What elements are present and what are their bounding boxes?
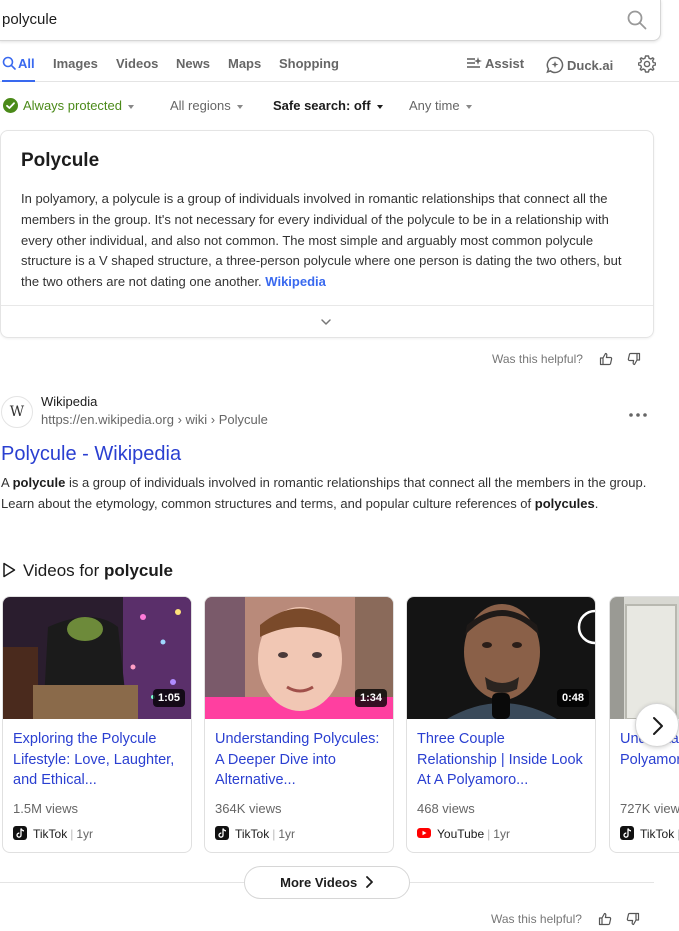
- divider: [1, 305, 653, 306]
- region-label: All regions: [170, 98, 231, 113]
- carousel-next-button[interactable]: [635, 703, 679, 747]
- result-title-link[interactable]: Polycule - Wikipedia: [1, 443, 181, 466]
- videos-section-header[interactable]: Videos for polycule: [2, 561, 173, 581]
- caret-down-icon: [465, 104, 472, 109]
- chevron-down-icon[interactable]: [319, 315, 333, 329]
- chat-bubble-icon: [546, 56, 564, 74]
- tab-maps[interactable]: Maps: [228, 56, 261, 71]
- video-title[interactable]: Exploring the Polycule Lifestyle: Love, …: [13, 729, 183, 791]
- thumbs-down-icon[interactable]: [627, 352, 641, 366]
- search-tabs: All Images Videos News Maps Shopping Ass…: [0, 52, 679, 82]
- play-icon: [3, 562, 16, 578]
- video-card[interactable]: 1:34 Understanding Polycules: A Deeper D…: [204, 596, 394, 853]
- caret-down-icon: [376, 104, 383, 109]
- wikipedia-favicon: W: [1, 396, 33, 428]
- chevron-right-icon: [365, 876, 373, 888]
- youtube-icon: [417, 828, 431, 838]
- result-snippet: A polycule is a group of individuals inv…: [1, 475, 647, 511]
- thumbs-up-icon[interactable]: [598, 912, 612, 926]
- tab-news[interactable]: News: [176, 56, 210, 71]
- panel-abstract: In polyamory, a polycule is a group of i…: [21, 189, 631, 293]
- video-views: 468 views: [417, 801, 475, 816]
- time-filter[interactable]: Any time: [409, 98, 472, 113]
- tab-videos[interactable]: Videos: [116, 56, 158, 71]
- feedback-question: Was this helpful?: [491, 912, 582, 926]
- tiktok-icon: [620, 826, 634, 840]
- feedback-question: Was this helpful?: [492, 352, 583, 366]
- check-circle-icon: [3, 98, 18, 113]
- video-duration: 1:34: [354, 689, 387, 707]
- search-filters: Always protected All regions Safe search…: [0, 96, 679, 116]
- video-source: TikTok|1yr: [13, 826, 93, 841]
- search-icon[interactable]: [626, 9, 648, 31]
- protection-filter[interactable]: Always protected: [3, 98, 134, 113]
- chevron-right-icon: [653, 717, 663, 735]
- search-bar[interactable]: polycule: [0, 0, 661, 41]
- caret-down-icon: [128, 104, 134, 109]
- videos-header-prefix: Videos for: [23, 561, 100, 580]
- search-input[interactable]: polycule: [2, 11, 57, 28]
- video-card[interactable]: 0:48 Three Couple Relationship | Inside …: [406, 596, 596, 853]
- video-source: TikTok|1yr: [215, 826, 295, 841]
- video-views: 1.5M views: [13, 801, 79, 816]
- video-card[interactable]: 1:05 Exploring the Polycule Lifestyle: L…: [2, 596, 192, 853]
- gear-icon[interactable]: [638, 55, 656, 73]
- videos-header-query: polycule: [103, 561, 173, 580]
- duckai-button[interactable]: Duck.ai: [546, 56, 613, 74]
- tab-all[interactable]: All: [2, 56, 35, 82]
- video-title[interactable]: Understanding Polycules: A Deeper Dive i…: [215, 729, 385, 791]
- assist-button[interactable]: Assist: [466, 56, 524, 71]
- thumbs-up-icon[interactable]: [599, 352, 613, 366]
- protection-label: Always protected: [23, 98, 122, 113]
- tiktok-icon: [13, 826, 27, 840]
- video-source: TikTok|1yr: [620, 826, 679, 841]
- more-videos-button[interactable]: More Videos: [244, 866, 410, 899]
- tab-images[interactable]: Images: [53, 56, 98, 71]
- video-carousel: 1:05 Exploring the Polycule Lifestyle: L…: [0, 596, 679, 856]
- safe-search-label: Safe search: off: [273, 98, 371, 113]
- tab-shopping[interactable]: Shopping: [279, 56, 339, 71]
- assist-label: Assist: [485, 56, 525, 71]
- video-duration: 0:48: [556, 689, 589, 707]
- video-thumbnail: [610, 597, 679, 719]
- video-title[interactable]: Three Couple Relationship | Inside Look …: [417, 729, 587, 791]
- duckai-label: Duck.ai: [567, 58, 614, 73]
- result-url[interactable]: https://en.wikipedia.org › wiki › Polycu…: [41, 412, 268, 427]
- video-views: 727K views: [620, 801, 679, 816]
- tiktok-icon: [215, 826, 229, 840]
- more-videos-label: More Videos: [280, 875, 358, 890]
- video-duration: 1:05: [152, 689, 185, 707]
- assist-icon: [467, 57, 482, 68]
- video-views: 364K views: [215, 801, 282, 816]
- tab-label: All: [18, 56, 35, 71]
- time-label: Any time: [409, 98, 460, 113]
- video-source: YouTube | 1yr: [417, 826, 510, 841]
- wikipedia-link[interactable]: Wikipedia: [265, 274, 326, 289]
- result-site-name[interactable]: Wikipedia: [41, 394, 97, 409]
- caret-down-icon: [236, 104, 243, 109]
- knowledge-panel: Polycule In polyamory, a polycule is a g…: [0, 130, 654, 338]
- panel-title: Polycule: [21, 150, 100, 171]
- search-icon: [2, 56, 16, 70]
- thumbs-down-icon[interactable]: [626, 912, 640, 926]
- region-filter[interactable]: All regions: [170, 98, 243, 113]
- more-options-icon[interactable]: [628, 412, 648, 418]
- safe-search-filter[interactable]: Safe search: off: [273, 98, 383, 113]
